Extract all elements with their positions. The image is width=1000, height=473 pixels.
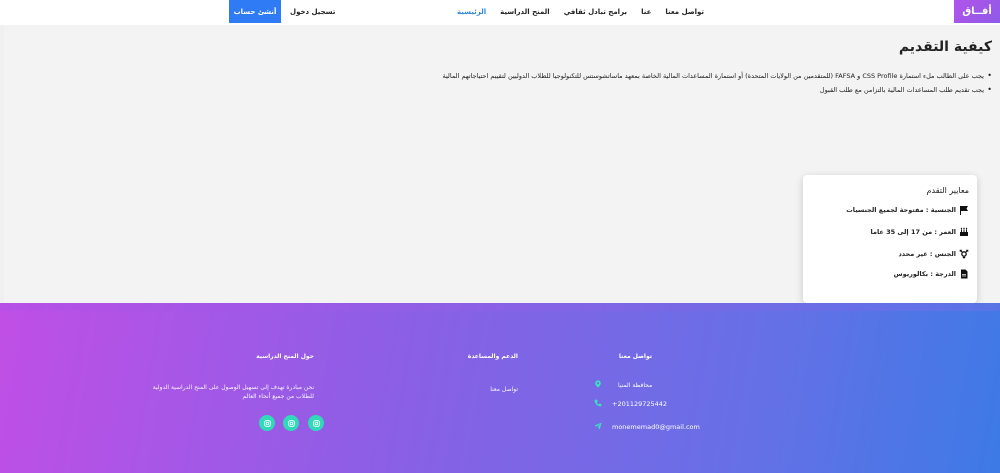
footer-about-text-1: نحن مبادرة تهدف إلى تسهيل الوصول على الم… — [152, 384, 314, 391]
criteria-card: معايير التقدم الجنسية : مفتوحة لجميع الج… — [803, 175, 977, 303]
social-instagram-icon[interactable] — [259, 415, 275, 431]
footer-contact-link[interactable]: تواصل معنا — [490, 385, 518, 394]
footer-contact-heading: تواصل معنا — [618, 353, 652, 360]
location-text: محافظة المنيا — [618, 381, 653, 389]
location-pin-icon — [594, 380, 602, 390]
footer-support: الدعم والمساعدة تواصل معنا — [428, 353, 518, 403]
email-text[interactable]: monememad0@gmail.com — [612, 423, 700, 431]
footer-about-heading: حول المنح الدراسية — [256, 353, 314, 360]
page-title: كيفية التقديم — [898, 39, 992, 55]
navbar: أفــاق الرئيسية المنح الدراسية برامج تبا… — [0, 0, 1000, 25]
nav-link-contact[interactable]: تواصل معنا — [665, 8, 704, 16]
nav-links: الرئيسية المنح الدراسية برامج تبادل ثقاف… — [457, 0, 704, 23]
criteria-text: الجنسية : مفتوحة لجميع الجنسيات — [846, 206, 956, 214]
phone-icon — [594, 399, 602, 409]
nav-link-home[interactable]: الرئيسية — [457, 8, 486, 16]
criteria-gender: الجنس : غير محدد — [898, 249, 969, 259]
contact-phone: +201129725442 — [594, 399, 667, 409]
criteria-title: معايير التقدم — [926, 186, 969, 195]
requirements-list: يجب على الطالب ملء استمارة CSS Profile و… — [442, 69, 992, 97]
cake-icon — [959, 227, 969, 237]
gender-icon — [959, 249, 969, 259]
social-twitter-icon[interactable] — [283, 415, 299, 431]
send-icon — [594, 422, 602, 432]
footer-support-heading: الدعم والمساعدة — [467, 353, 518, 360]
list-item: يجب تقديم طلب المساعدات المالية بالتزامن… — [472, 83, 992, 97]
phone-text[interactable]: +201129725442 — [612, 400, 667, 408]
nav-link-scholarships[interactable]: المنح الدراسية — [500, 8, 550, 16]
contact-email: monememad0@gmail.com — [594, 422, 700, 432]
login-button[interactable]: تسجيل دخول — [282, 2, 343, 22]
social-facebook-icon[interactable] — [308, 415, 324, 431]
brand-logo[interactable]: أفــاق — [954, 0, 1000, 23]
contact-location: محافظة المنيا — [594, 380, 652, 390]
criteria-text: الجنس : غير محدد — [898, 250, 956, 258]
criteria-age: العمر : من 17 إلى 35 عاما — [871, 227, 970, 237]
criteria-text: العمر : من 17 إلى 35 عاما — [870, 228, 957, 236]
main-content: كيفية التقديم يجب على الطالب ملء استمارة… — [0, 25, 1000, 303]
criteria-nationality: الجنسية : مفتوحة لجميع الجنسيات — [846, 205, 969, 215]
signup-button[interactable]: أنشئ حساب — [229, 0, 281, 23]
footer-divider — [0, 303, 1000, 311]
criteria-text: الدرجة : بكالوريوس — [893, 270, 956, 278]
footer-contact: تواصل معنا — [532, 353, 652, 433]
footer: حول المنح الدراسية نحن مبادرة تهدف إلى ت… — [0, 303, 1000, 473]
criteria-degree: الدرجة : بكالوريوس — [894, 269, 969, 279]
footer-about-text-2: للطلاب من جميع أنحاء العالم — [242, 393, 314, 400]
document-icon — [959, 269, 969, 279]
flag-icon — [959, 205, 969, 215]
nav-link-about[interactable]: عنا — [641, 8, 651, 16]
list-item: يجب على الطالب ملء استمارة CSS Profile و… — [442, 69, 992, 83]
nav-link-exchange-programs[interactable]: برامج تبادل ثقافي — [564, 8, 627, 16]
